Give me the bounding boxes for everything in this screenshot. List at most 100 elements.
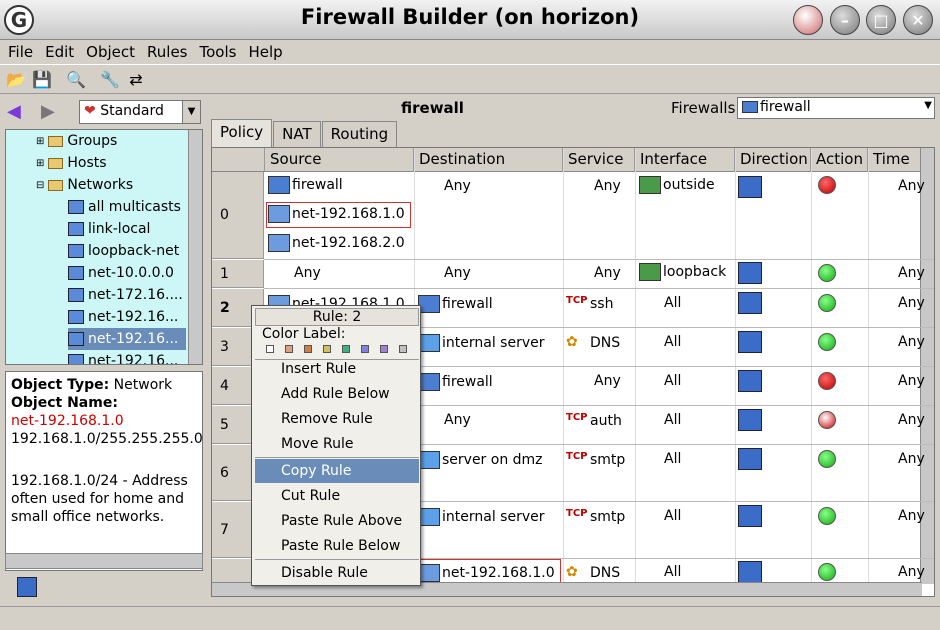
find-icon[interactable]: 🔍 <box>64 67 88 91</box>
action-cell[interactable] <box>818 372 836 390</box>
color-swatch[interactable] <box>380 345 388 353</box>
source-object[interactable]: net-192.168.1.0 <box>268 205 405 223</box>
color-swatch[interactable] <box>285 345 293 353</box>
menu-item-add-rule-below[interactable]: Add Rule Below <box>255 382 419 406</box>
menu-item-cut-rule[interactable]: Cut Rule <box>255 484 419 508</box>
tab-policy[interactable]: Policy <box>211 119 273 147</box>
menu-edit[interactable]: Edit <box>45 43 74 61</box>
time-cell[interactable]: Any <box>898 412 925 428</box>
compile-icon[interactable]: 🔧 <box>98 67 122 91</box>
direction-cell[interactable] <box>738 561 762 583</box>
column-header-direction[interactable]: Direction <box>735 148 811 172</box>
column-header-source[interactable]: Source <box>265 148 414 172</box>
direction-cell[interactable] <box>738 448 762 470</box>
color-swatch[interactable] <box>304 345 312 353</box>
time-cell[interactable]: Any <box>898 508 925 524</box>
color-swatch[interactable] <box>399 345 407 353</box>
destination-object[interactable]: internal server <box>418 334 544 352</box>
service-cell[interactable]: Any <box>594 373 621 389</box>
menu-item-remove-rule[interactable]: Remove Rule <box>255 407 419 431</box>
column-header-destination[interactable]: Destination <box>414 148 563 172</box>
direction-cell[interactable] <box>738 409 762 431</box>
time-cell[interactable]: Any <box>898 178 925 194</box>
tree-item[interactable]: net-172.16.... <box>68 284 183 306</box>
action-cell[interactable] <box>818 294 836 312</box>
action-cell[interactable] <box>818 264 836 282</box>
menu-item-copy-rule[interactable]: Copy Rule <box>255 459 419 483</box>
action-cell[interactable] <box>818 333 836 351</box>
direction-cell[interactable] <box>738 262 762 284</box>
save-icon[interactable]: 💾 <box>30 67 54 91</box>
interface-cell[interactable]: All <box>664 412 681 428</box>
destination-cell[interactable]: Any <box>444 265 471 281</box>
destination-object[interactable]: net-192.168.1.0 <box>418 564 555 582</box>
interface-cell[interactable]: outside <box>639 176 715 194</box>
library-select[interactable]: ❤ Standard ▼ <box>79 100 201 124</box>
service-object[interactable]: ✿ DNS <box>566 564 620 582</box>
firewall-select[interactable]: firewall ▼ <box>737 97 935 119</box>
menu-item-insert-rule[interactable]: Insert Rule <box>255 357 419 381</box>
destination-object[interactable]: firewall <box>418 295 493 313</box>
color-swatch[interactable] <box>342 345 350 353</box>
time-cell[interactable]: Any <box>898 373 925 389</box>
menu-tools[interactable]: Tools <box>200 43 237 61</box>
forward-arrow-icon[interactable]: ▶ <box>41 101 55 122</box>
tab-nat[interactable]: NAT <box>273 121 321 147</box>
interface-cell[interactable]: loopback <box>639 263 726 281</box>
tree-item[interactable]: link-local <box>68 218 150 240</box>
menu-file[interactable]: File <box>8 43 33 61</box>
interface-cell[interactable]: All <box>664 334 681 350</box>
color-swatch[interactable] <box>323 345 331 353</box>
service-object[interactable]: TCP smtp <box>566 451 625 469</box>
menu-help[interactable]: Help <box>248 43 282 61</box>
action-cell[interactable] <box>818 450 836 468</box>
source-object[interactable]: net-192.168.2.0 <box>268 234 405 252</box>
interface-cell[interactable]: All <box>664 508 681 524</box>
install-icon[interactable]: ⇄ <box>124 67 148 91</box>
direction-cell[interactable] <box>738 505 762 527</box>
menu-item-paste-rule-below[interactable]: Paste Rule Below <box>255 534 419 558</box>
tree-item[interactable]: ⊞ Hosts <box>36 152 107 174</box>
direction-cell[interactable] <box>738 292 762 314</box>
destination-object[interactable]: firewall <box>418 373 493 391</box>
service-cell[interactable]: Any <box>594 178 621 194</box>
interface-cell[interactable]: All <box>664 295 681 311</box>
tree-item[interactable]: loopback-net <box>68 240 179 262</box>
color-swatch[interactable] <box>266 345 274 353</box>
tree-item[interactable]: all multicasts <box>68 196 181 218</box>
action-cell[interactable] <box>818 563 836 581</box>
interface-cell[interactable]: All <box>664 373 681 389</box>
source-object[interactable]: firewall <box>268 176 343 194</box>
menu-object[interactable]: Object <box>86 43 135 61</box>
time-cell[interactable]: Any <box>898 295 925 311</box>
tree-item[interactable]: ⊟ Networks <box>36 174 133 196</box>
menu-item-move-rule[interactable]: Move Rule <box>255 432 419 456</box>
menu-item-paste-rule-above[interactable]: Paste Rule Above <box>255 509 419 533</box>
service-object[interactable]: TCP smtp <box>566 508 625 526</box>
destination-cell[interactable]: Any <box>444 412 471 428</box>
direction-cell[interactable] <box>738 176 762 198</box>
service-object[interactable]: TCP auth <box>566 412 622 430</box>
interface-cell[interactable]: All <box>664 451 681 467</box>
tree-scrollbar[interactable] <box>188 130 202 364</box>
action-cell[interactable] <box>818 411 836 429</box>
close-button[interactable]: ✕ <box>903 5 933 35</box>
rule-number[interactable]: 0 <box>212 172 264 259</box>
service-object[interactable]: ✿ DNS <box>566 334 620 352</box>
service-cell[interactable]: Any <box>594 265 621 281</box>
column-header-service[interactable]: Service <box>563 148 635 172</box>
interface-cell[interactable]: All <box>664 564 681 580</box>
back-arrow-icon[interactable]: ◀ <box>7 101 21 122</box>
direction-cell[interactable] <box>738 331 762 353</box>
action-cell[interactable] <box>818 176 836 194</box>
source-cell[interactable]: Any <box>294 265 321 281</box>
column-header-action[interactable]: Action <box>811 148 868 172</box>
tree-item[interactable]: net-192.16... <box>68 350 178 364</box>
destination-object[interactable]: server on dmz <box>418 451 543 469</box>
destination-object[interactable]: internal server <box>418 508 544 526</box>
time-cell[interactable]: Any <box>898 334 925 350</box>
menu-rules[interactable]: Rules <box>147 43 187 61</box>
color-swatch[interactable] <box>361 345 369 353</box>
menu-item-disable-rule[interactable]: Disable Rule <box>255 561 419 585</box>
open-icon[interactable]: 📂 <box>4 67 28 91</box>
